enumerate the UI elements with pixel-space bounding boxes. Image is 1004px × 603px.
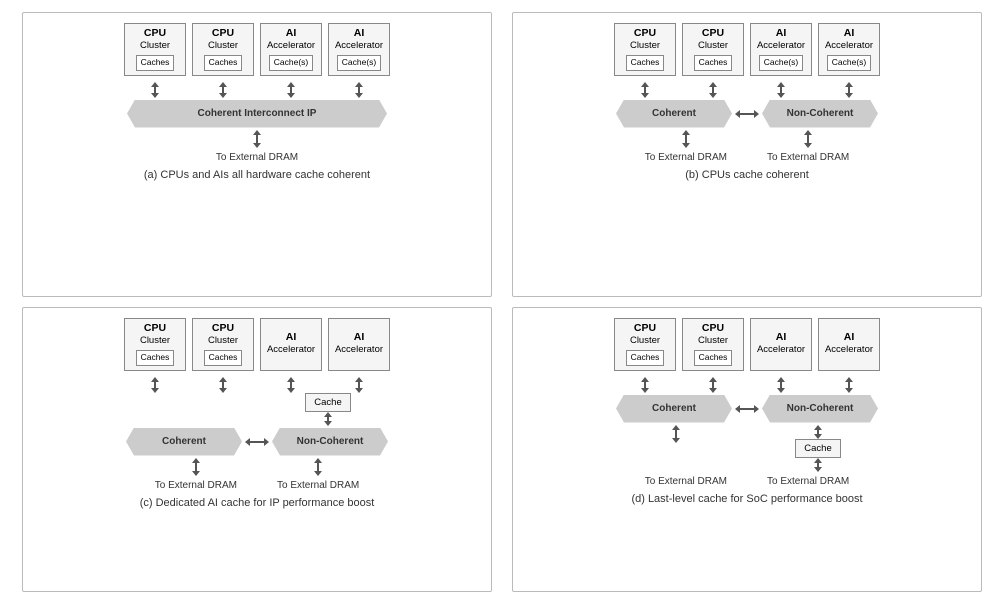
cache-box-c: Cache [305, 393, 350, 412]
diagram-a: CPU Cluster Caches CPU Cluster Caches AI… [22, 12, 492, 297]
dram-label-left-c: To External DRAM [155, 480, 237, 491]
banner-row-d: Coherent Non-Coherent [518, 395, 976, 423]
dram-row-c: To External DRAM To External DRAM [28, 458, 486, 491]
dram-label-a: To External DRAM [216, 152, 298, 163]
diagram-b: CPU Cluster Caches CPU Cluster Caches AI… [512, 12, 982, 297]
noncoherent-banner-c: Non-Coherent [272, 428, 388, 456]
dram-left-section-d [608, 425, 744, 472]
diagram-c: CPU Cluster Caches CPU Cluster Caches AI… [22, 307, 492, 592]
arrow-1-c [124, 377, 186, 393]
arrow-3-b [750, 82, 812, 98]
cluster-row-c: CPU Cluster Caches CPU Cluster Caches AI… [124, 318, 390, 371]
diagram-title-d: (d) Last-level cache for SoC performance… [631, 493, 862, 505]
banner-row-c: Coherent Non-Coherent [28, 428, 486, 456]
arrows-d [518, 375, 976, 393]
cluster-cpu1-c: CPU Cluster Caches [124, 318, 186, 371]
noncoherent-banner-b: Non-Coherent [762, 100, 878, 128]
bot-cache-row-d: Cache [518, 425, 976, 472]
dram-right-c: To External DRAM [277, 458, 359, 491]
diagram-d: CPU Cluster Caches CPU Cluster Caches AI… [512, 307, 982, 592]
arrow-2-b [682, 82, 744, 98]
cache-box-d: Cache [795, 439, 840, 458]
arrows-b [518, 80, 976, 98]
dram-left-c: To External DRAM [155, 458, 237, 491]
cluster-row-b: CPU Cluster Caches CPU Cluster Caches AI… [614, 23, 880, 76]
coherent-banner-d: Coherent [616, 395, 732, 423]
cluster-cpu2-b: CPU Cluster Caches [682, 23, 744, 76]
dram-right-b: To External DRAM [767, 130, 849, 163]
cluster-cpu2-a: CPU Cluster Caches [192, 23, 254, 76]
arrow-4-b [818, 82, 880, 98]
cluster-cpu2-c: CPU Cluster Caches [192, 318, 254, 371]
cluster-ai2-d: AI Accelerator [818, 318, 880, 371]
arrow-3-d [750, 377, 812, 393]
diagram-title-a: (a) CPUs and AIs all hardware cache cohe… [144, 169, 370, 181]
arrows-a [28, 80, 486, 98]
coherent-banner-c: Coherent [126, 428, 242, 456]
arrow-3-c [260, 377, 322, 393]
arrow-3-a [260, 82, 322, 98]
cache-section-d: Cache [750, 425, 886, 472]
dram-section-a: To External DRAM [216, 130, 298, 163]
main-page: CPU Cluster Caches CPU Cluster Caches AI… [22, 12, 982, 592]
arrow-1-a [124, 82, 186, 98]
dram-label-right-c: To External DRAM [277, 480, 359, 491]
cluster-cpu1-d: CPU Cluster Caches [614, 318, 676, 371]
diagram-title-b: (b) CPUs cache coherent [685, 169, 809, 181]
cluster-ai1-c: AI Accelerator [260, 318, 322, 371]
dram-left-d: To External DRAM [645, 472, 727, 487]
dram-arrow-a [253, 130, 261, 148]
cache-section-c: Cache [260, 393, 396, 426]
cluster-row-d: CPU Cluster Caches CPU Cluster Caches AI… [614, 318, 880, 371]
arrow-2-a [192, 82, 254, 98]
arrow-4-c [328, 377, 390, 393]
dram-label-left-d: To External DRAM [645, 476, 727, 487]
h-arrow-c [245, 438, 269, 446]
cluster-cpu1-a: CPU Cluster Caches [124, 23, 186, 76]
arrow-4-a [328, 82, 390, 98]
dram-label-right-d: To External DRAM [767, 476, 849, 487]
noncoherent-banner-d: Non-Coherent [762, 395, 878, 423]
cluster-cpu2-d: CPU Cluster Caches [682, 318, 744, 371]
dram-row-b: To External DRAM To External DRAM [518, 130, 976, 163]
coherent-banner-b: Coherent [616, 100, 732, 128]
arrow-1-b [614, 82, 676, 98]
h-arrow-d [735, 405, 759, 413]
h-arrow-b [735, 110, 759, 118]
banner-row-b: Coherent Non-Coherent [518, 100, 976, 128]
arrow-2-d [682, 377, 744, 393]
dram-left-b: To External DRAM [645, 130, 727, 163]
cluster-ai2-b: AI Accelerator Cache(s) [818, 23, 880, 76]
arrow-4-d [818, 377, 880, 393]
mid-row-c: Cache [28, 393, 486, 426]
dram-label-right-b: To External DRAM [767, 152, 849, 163]
dram-row-d: To External DRAM To External DRAM [518, 472, 976, 487]
cluster-ai1-a: AI Accelerator Cache(s) [260, 23, 322, 76]
arrow-2-c [192, 377, 254, 393]
cluster-cpu1-b: CPU Cluster Caches [614, 23, 676, 76]
cluster-ai1-b: AI Accelerator Cache(s) [750, 23, 812, 76]
coherent-banner-a: Coherent Interconnect IP [127, 100, 387, 128]
cluster-ai2-a: AI Accelerator Cache(s) [328, 23, 390, 76]
arrows-c [28, 375, 486, 393]
dram-right-d: To External DRAM [767, 472, 849, 487]
arrow-1-d [614, 377, 676, 393]
diagram-title-c: (c) Dedicated AI cache for IP performanc… [140, 497, 375, 509]
dram-label-left-b: To External DRAM [645, 152, 727, 163]
cluster-ai1-d: AI Accelerator [750, 318, 812, 371]
cluster-row-a: CPU Cluster Caches CPU Cluster Caches AI… [124, 23, 390, 76]
banner-row-a: Coherent Interconnect IP [28, 100, 486, 128]
cluster-ai2-c: AI Accelerator [328, 318, 390, 371]
